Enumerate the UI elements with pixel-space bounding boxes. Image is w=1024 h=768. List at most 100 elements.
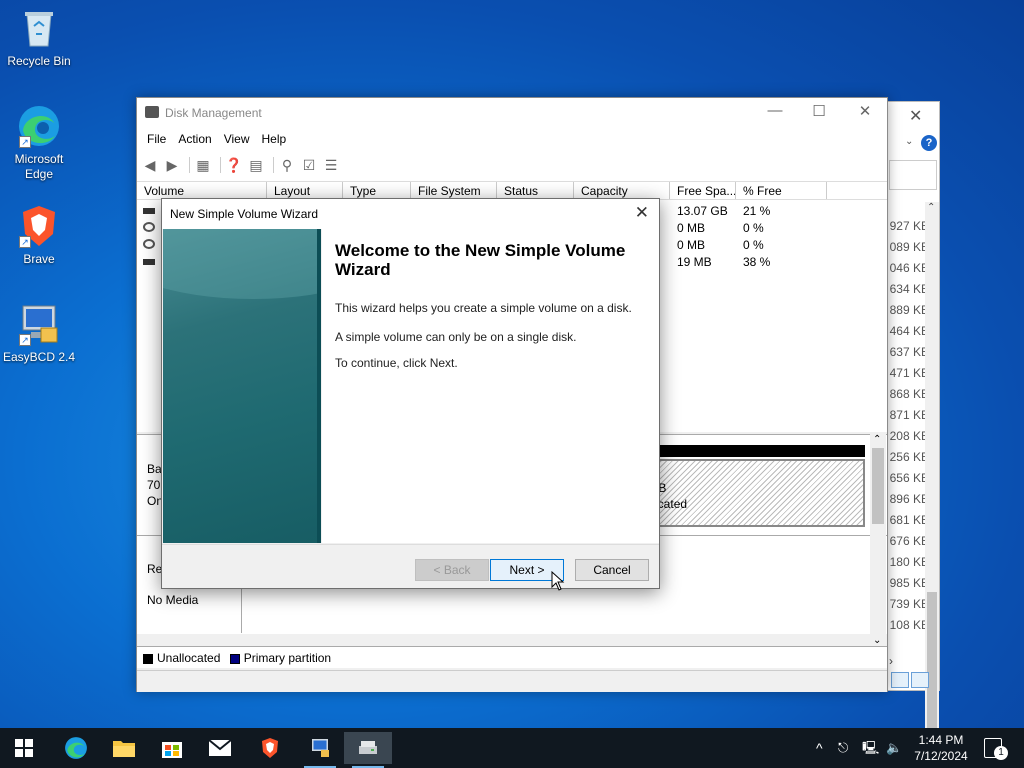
menu-help[interactable]: Help [256,128,293,150]
file-size: 180 KB [889,555,929,569]
file-size: 108 KB [889,618,929,632]
taskbar-store[interactable] [148,732,196,764]
menu-file[interactable]: File [141,128,172,150]
toolbar-separator [220,157,221,173]
brave-icon: ↗ [17,204,61,248]
col-type[interactable]: Type [343,182,411,199]
free-space-cell: 0 MB [677,238,706,252]
scrollbar-thumb[interactable] [872,448,884,524]
taskbar-easybcd[interactable] [296,732,344,768]
help-book-icon[interactable]: ❓ [225,157,243,173]
back-arrow-icon[interactable]: ◀ [141,157,159,173]
chevron-down-icon[interactable]: ⌄ [905,136,913,147]
close-icon[interactable]: ✕ [845,102,885,120]
desktop-icon-brave[interactable]: ↗ Brave [1,204,77,267]
wizard-title: New Simple Volume Wizard [170,207,319,221]
file-size: 896 KB [889,492,929,506]
scroll-up-icon[interactable]: ⌃ [873,434,881,445]
status-bar [137,670,887,692]
clock[interactable]: 1:44 PM 7/12/2024 [906,732,976,764]
file-size: 637 KB [889,345,929,359]
scroll-right-icon[interactable]: › [889,654,893,668]
edge-icon: ↗ [17,104,61,148]
scroll-down-icon[interactable]: ⌄ [873,635,881,646]
minimize-icon[interactable]: — [755,102,795,119]
taskbar-brave[interactable] [246,732,294,764]
explorer-window-fragment[interactable]: ✕ ⌄ ? 927 KB 089 KB 046 KB 634 KB 889 KB… [880,101,940,744]
meet-now-icon[interactable]: ⎋ [838,728,848,768]
free-space-cell: 13.07 GB [677,204,728,218]
back-button[interactable]: < Back [415,559,489,581]
toolbar: ◀ ▶ ▦ ❓ ▤ ⚲ ☑ ☰ [137,152,887,182]
windows-logo-icon [15,739,33,757]
check-icon[interactable]: ☑ [300,157,318,173]
wizard-note: A simple volume can only be on a single … [335,330,577,344]
unallocated-segment[interactable]: 4 GB allocated [637,459,865,527]
disk-management-icon [359,741,377,754]
search-box[interactable] [889,160,937,190]
volume-icon [143,208,155,214]
col-layout[interactable]: Layout [267,182,343,199]
forward-arrow-icon[interactable]: ▶ [163,157,181,173]
col-status[interactable]: Status [497,182,574,199]
maximize-icon[interactable]: ☐ [799,102,839,120]
scrollbar-thumb[interactable] [927,592,937,742]
col-free-space[interactable]: Free Spa... [670,182,736,199]
network-icon[interactable]: 🖳 [862,728,879,768]
taskbar-file-explorer[interactable] [100,732,148,764]
col-file-system[interactable]: File System [411,182,497,199]
file-size: 985 KB [889,576,929,590]
title-bar[interactable]: Disk Management — ☐ ✕ [137,98,887,128]
desktop-icon-edge[interactable]: ↗ Microsoft Edge [1,104,77,182]
shortcut-arrow-icon: ↗ [19,236,31,248]
easybcd-icon [312,739,329,757]
unallocated-swatch [143,653,153,664]
col-percent-free[interactable]: % Free [736,182,827,199]
taskbar: ^ ⎋ 🖳 🔈 1:44 PM 7/12/2024 1 [0,728,1024,768]
properties-icon[interactable]: ▤ [247,157,265,173]
show-hide-console-tree-icon[interactable]: ▦ [194,157,212,173]
wizard-banner-graphic [163,229,321,543]
percent-free-cell: 0 % [743,238,764,252]
wizard-content: Welcome to the New Simple Volume Wizard … [322,229,659,543]
wizard-description: This wizard helps you create a simple vo… [335,301,632,315]
taskbar-edge[interactable] [52,732,100,764]
view-toggle[interactable] [891,672,939,692]
window-title: Disk Management [165,106,262,120]
legend: Unallocated Primary partition [137,646,887,668]
start-button[interactable] [0,732,48,764]
desktop-icon-easybcd[interactable]: ↗ EasyBCD 2.4 [1,302,77,365]
col-volume[interactable]: Volume [137,182,267,199]
file-size: 889 KB [889,303,929,317]
taskbar-mail[interactable] [196,732,244,764]
vertical-scrollbar[interactable]: ⌃ ⌄ [925,202,939,744]
cancel-button[interactable]: Cancel [575,559,649,581]
file-size: 046 KB [889,261,929,275]
store-icon [162,742,182,758]
volume-muted-icon[interactable]: 🔈 [886,728,902,768]
menu-action[interactable]: Action [172,128,217,150]
taskbar-disk-management[interactable] [344,732,392,768]
file-size: 089 KB [889,240,929,254]
wizard-title-bar[interactable]: New Simple Volume Wizard ✕ [162,199,659,229]
file-size: 871 KB [889,408,929,422]
file-size: 927 KB [889,219,929,233]
close-icon[interactable]: ✕ [635,203,649,223]
close-icon[interactable]: ✕ [909,106,922,126]
desktop-icon-recycle-bin[interactable]: Recycle Bin [1,6,77,69]
list-icon[interactable]: ☰ [322,157,340,173]
recycle-bin-icon [17,6,61,50]
menu-view[interactable]: View [218,128,256,150]
details-view-icon[interactable] [891,672,909,688]
connect-icon[interactable]: ⚲ [278,157,296,173]
graph-scrollbar[interactable]: ⌃ ⌄ [870,434,886,646]
show-hidden-icons-chevron[interactable]: ^ [816,728,823,768]
file-size: 676 KB [889,534,929,548]
large-icons-view-icon[interactable] [911,672,929,688]
desktop-icon-label: Brave [23,252,55,266]
new-simple-volume-wizard[interactable]: New Simple Volume Wizard ✕ Welcome to th… [161,198,660,589]
clock-time: 1:44 PM [918,733,964,747]
scroll-up-icon[interactable]: ⌃ [927,202,935,213]
help-icon[interactable]: ? [921,135,937,151]
col-capacity[interactable]: Capacity [574,182,670,199]
